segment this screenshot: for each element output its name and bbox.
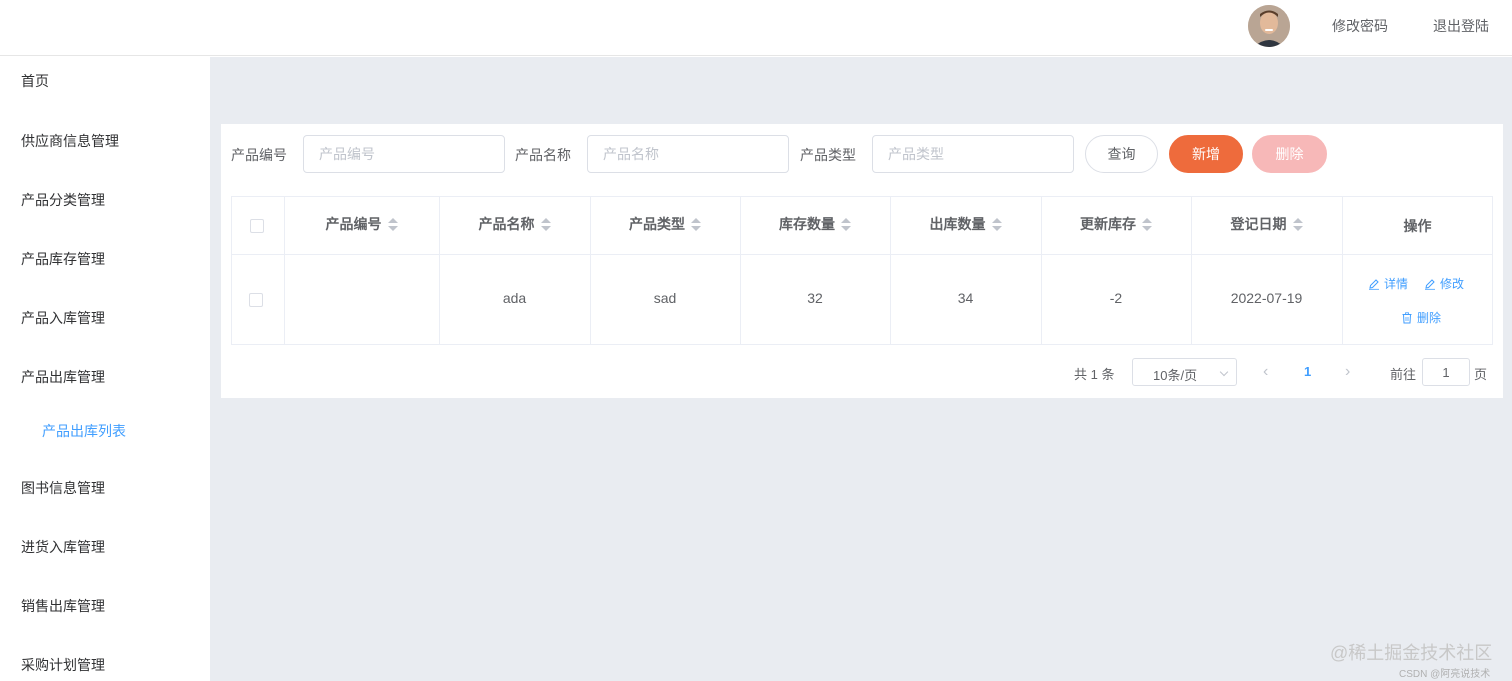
sidebar-item-sales-out[interactable]: 销售出库管理 [21, 596, 105, 616]
sort-icon[interactable] [991, 218, 1002, 232]
sort-icon[interactable] [1292, 218, 1303, 232]
column-header-label: 登记日期 [1230, 216, 1287, 232]
change-password-link[interactable]: 修改密码 [1332, 16, 1388, 36]
user-avatar[interactable] [1248, 5, 1290, 47]
column-header-label: 更新库存 [1080, 216, 1136, 232]
sidebar-item-purchase-in[interactable]: 进货入库管理 [21, 537, 105, 557]
table-header-divider [231, 254, 1493, 255]
sidebar-item-category[interactable]: 产品分类管理 [21, 190, 105, 210]
cell-stock-qty: 32 [807, 290, 823, 306]
cell-updated-stock: -2 [1109, 290, 1123, 306]
column-header-date[interactable]: 登记日期 [1191, 214, 1342, 234]
sidebar-item-books[interactable]: 图书信息管理 [21, 478, 105, 498]
sidebar-item-purchase-plan[interactable]: 采购计划管理 [21, 655, 105, 675]
detail-action-label: 详情 [1384, 277, 1409, 291]
column-header-actions: 操作 [1403, 218, 1432, 234]
column-header-label: 产品编号 [325, 216, 382, 232]
watermark-main: @稀土掘金技术社区 [1330, 643, 1493, 663]
cell-date: 2022-07-19 [1230, 290, 1303, 306]
sidebar-item-stock-out[interactable]: 产品出库管理 [21, 367, 105, 387]
sidebar-item-supplier[interactable]: 供应商信息管理 [21, 131, 119, 151]
page-size-value: 10条/页 [1153, 368, 1198, 383]
column-header-label: 库存数量 [779, 216, 835, 232]
product-type-label: 产品类型 [800, 147, 856, 163]
column-header-out-qty[interactable]: 出库数量 [890, 214, 1041, 234]
column-header-product-code[interactable]: 产品编号 [284, 214, 439, 234]
sidebar-item-inventory[interactable]: 产品库存管理 [21, 249, 105, 269]
chevron-down-icon [1219, 367, 1229, 377]
logout-link[interactable]: 退出登陆 [1433, 16, 1489, 36]
next-page-button[interactable]: › [1345, 363, 1350, 381]
delete-action-label: 删除 [1417, 311, 1442, 325]
add-button[interactable]: 新增 [1169, 135, 1243, 173]
cell-product-name: ada [502, 290, 527, 306]
edit-action[interactable]: 修改 [1424, 275, 1464, 292]
sort-icon[interactable] [691, 218, 701, 232]
sort-icon[interactable] [387, 218, 398, 232]
sidebar-subitem-stock-out-list[interactable]: 产品出库列表 [42, 421, 126, 441]
detail-action[interactable]: 详情 [1368, 275, 1408, 292]
trash-icon [1402, 311, 1412, 323]
column-header-updated-stock[interactable]: 更新库存 [1041, 214, 1191, 234]
column-header-stock-qty[interactable]: 库存数量 [740, 214, 890, 234]
goto-page-input[interactable] [1422, 358, 1470, 386]
edit-icon [1425, 278, 1435, 290]
delete-action[interactable]: 删除 [1401, 309, 1441, 326]
cell-out-qty: 34 [957, 290, 974, 306]
column-header-label: 出库数量 [929, 216, 986, 232]
product-code-label: 产品编号 [231, 147, 287, 163]
watermark-sub: CSDN @阿亮说技术 [1399, 669, 1491, 680]
page-size-select[interactable]: 10条/页 [1132, 358, 1237, 386]
cell-product-type: sad [653, 290, 677, 306]
product-name-input[interactable] [587, 135, 789, 173]
page-number-current[interactable]: 1 [1304, 364, 1311, 379]
row-checkbox[interactable] [249, 293, 263, 307]
batch-delete-button[interactable]: 删除 [1252, 135, 1327, 173]
edit-action-label: 修改 [1440, 277, 1465, 291]
column-header-label: 产品类型 [629, 216, 685, 232]
page-suffix-label: 页 [1474, 367, 1488, 382]
select-all-checkbox[interactable] [250, 219, 264, 233]
sidebar-item-home[interactable]: 首页 [21, 71, 49, 91]
sort-icon[interactable] [841, 218, 851, 232]
column-header-product-name[interactable]: 产品名称 [439, 214, 590, 234]
product-name-label: 产品名称 [515, 147, 571, 163]
sidebar-item-stock-in[interactable]: 产品入库管理 [21, 308, 105, 328]
column-header-label: 产品名称 [478, 216, 535, 232]
prev-page-button[interactable]: ‹ [1263, 363, 1268, 381]
column-header-product-type[interactable]: 产品类型 [590, 214, 740, 234]
edit-icon [1369, 278, 1379, 290]
pagination-total: 共 1 条 [1074, 367, 1115, 382]
top-header: 修改密码 退出登陆 [0, 0, 1512, 56]
product-type-input[interactable] [872, 135, 1074, 173]
goto-label: 前往 [1390, 367, 1417, 382]
sort-icon[interactable] [1142, 218, 1152, 232]
query-button[interactable]: 查询 [1085, 135, 1158, 173]
sort-icon[interactable] [540, 218, 551, 232]
product-code-input[interactable] [303, 135, 505, 173]
